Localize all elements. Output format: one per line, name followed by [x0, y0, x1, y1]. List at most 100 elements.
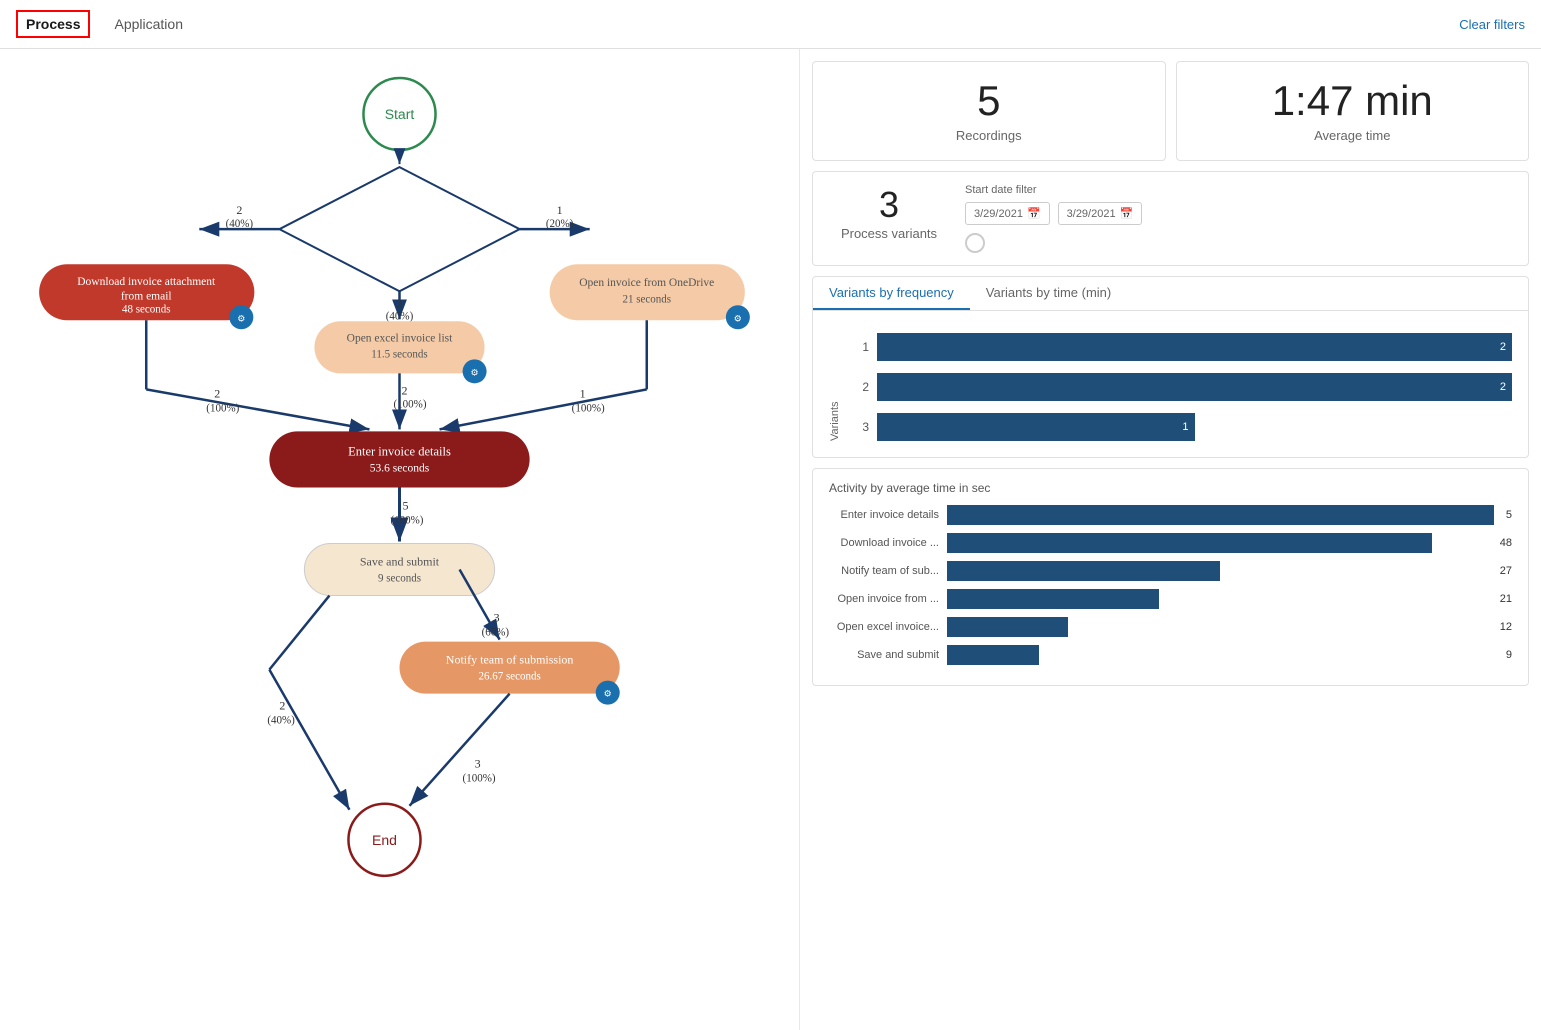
chart-tabs: Variants by frequency Variants by time (… — [813, 277, 1528, 311]
svg-text:(100%): (100%) — [393, 398, 426, 410]
variants-chart-inner: Variants 1 2 2 — [813, 311, 1528, 457]
svg-text:21 seconds: 21 seconds — [622, 293, 671, 305]
svg-text:2: 2 — [214, 386, 220, 400]
date-filter-radio[interactable] — [965, 233, 985, 253]
activity-bar-enter — [947, 505, 1494, 525]
svg-text:53.6 seconds: 53.6 seconds — [370, 462, 430, 474]
variants-value: 3 — [879, 184, 899, 226]
average-time-card: 1:47 min Average time — [1176, 61, 1530, 161]
svg-text:(40%): (40%) — [386, 310, 414, 322]
calendar-to-icon[interactable]: 📅 — [1120, 207, 1134, 220]
activity-chart-title: Activity by average time in sec — [829, 481, 1512, 495]
variants-label: Process variants — [841, 226, 937, 241]
recordings-label: Recordings — [956, 128, 1022, 143]
svg-text:Open invoice from OneDrive: Open invoice from OneDrive — [579, 277, 714, 289]
svg-text:from email: from email — [121, 290, 172, 302]
svg-text:Download invoice attachment: Download invoice attachment — [77, 276, 216, 288]
date-filter-label: Start date filter — [965, 184, 1512, 196]
date-inputs[interactable]: 3/29/2021 📅 3/29/2021 📅 — [965, 202, 1512, 225]
svg-text:Open excel invoice list: Open excel invoice list — [347, 332, 454, 344]
svg-text:1: 1 — [580, 386, 586, 400]
svg-text:(100%): (100%) — [463, 773, 496, 785]
onedrive-node[interactable] — [550, 264, 745, 320]
activity-row-download: Download invoice ... 48 — [829, 533, 1512, 553]
svg-text:Notify team of submission: Notify team of submission — [446, 653, 574, 667]
svg-text:9 seconds: 9 seconds — [378, 573, 421, 585]
svg-text:(100%): (100%) — [390, 514, 423, 526]
enter-node[interactable] — [269, 431, 529, 487]
svg-text:11.5 seconds: 11.5 seconds — [371, 348, 427, 360]
save-node[interactable] — [304, 544, 494, 596]
bar-row-2: 2 2 — [849, 373, 1512, 401]
bar-fill-3: 1 — [877, 413, 1195, 441]
date-to-input[interactable]: 3/29/2021 📅 — [1058, 202, 1143, 225]
svg-text:End: End — [372, 832, 397, 848]
date-filter-card: 3 Process variants Start date filter 3/2… — [812, 171, 1529, 266]
svg-text:(40%): (40%) — [226, 218, 254, 230]
main-layout: Start 2 (40%) 2 (40%) 1 (20%) Download i… — [0, 49, 1541, 1030]
activity-bar-download — [947, 533, 1432, 553]
activity-row-enter: Enter invoice details 5 — [829, 505, 1512, 525]
svg-text:(40%): (40%) — [267, 715, 295, 727]
tab-by-frequency[interactable]: Variants by frequency — [813, 277, 970, 310]
svg-text:(100%): (100%) — [206, 402, 239, 414]
svg-text:26.67 seconds: 26.67 seconds — [478, 671, 540, 683]
bar-fill-1: 2 — [877, 333, 1512, 361]
y-axis-label: Variants — [829, 323, 841, 441]
variants-chart-card: Variants by frequency Variants by time (… — [812, 276, 1529, 458]
activity-bar-onedrive — [947, 589, 1159, 609]
activity-bar-save — [947, 645, 1039, 665]
svg-text:Save and submit: Save and submit — [360, 555, 440, 569]
diamond-node — [279, 167, 519, 291]
svg-text:5: 5 — [403, 498, 409, 512]
date-section: Start date filter 3/29/2021 📅 3/29/2021 … — [965, 184, 1512, 253]
recordings-card: 5 Recordings — [812, 61, 1166, 161]
header: Process Application Clear filters — [0, 0, 1541, 49]
svg-text:(100%): (100%) — [572, 402, 605, 414]
date-to-value: 3/29/2021 — [1067, 208, 1116, 220]
bar-row-3: 3 1 — [849, 413, 1512, 441]
svg-text:Enter invoice details: Enter invoice details — [348, 444, 451, 458]
svg-text:⚙: ⚙ — [734, 313, 742, 323]
tab-process[interactable]: Process — [16, 10, 90, 38]
activity-row-notify: Notify team of sub... 27 — [829, 561, 1512, 581]
activity-row-save: Save and submit 9 — [829, 645, 1512, 665]
svg-text:(20%): (20%) — [546, 218, 574, 230]
average-time-value: 1:47 min — [1272, 80, 1433, 122]
svg-text:3: 3 — [494, 611, 500, 625]
svg-text:48 seconds: 48 seconds — [122, 303, 171, 315]
svg-text:2: 2 — [279, 699, 285, 713]
svg-text:1: 1 — [557, 203, 563, 217]
svg-text:Start: Start — [385, 106, 415, 122]
svg-text:2: 2 — [397, 296, 403, 310]
bar-row-1: 1 2 — [849, 333, 1512, 361]
svg-text:2: 2 — [236, 203, 242, 217]
activity-row-excel: Open excel invoice... 12 — [829, 617, 1512, 637]
svg-text:2: 2 — [402, 383, 408, 397]
date-from-value: 3/29/2021 — [974, 208, 1023, 220]
tab-by-time[interactable]: Variants by time (min) — [970, 277, 1127, 310]
recordings-value: 5 — [977, 80, 1000, 122]
average-time-label: Average time — [1314, 128, 1390, 143]
svg-text:⚙: ⚙ — [237, 313, 245, 323]
svg-text:3: 3 — [475, 757, 481, 771]
variants-bar-chart: 1 2 2 2 — [849, 333, 1512, 441]
date-from-input[interactable]: 3/29/2021 📅 — [965, 202, 1050, 225]
activity-row-onedrive: Open invoice from ... 21 — [829, 589, 1512, 609]
clear-filters-button[interactable]: Clear filters — [1459, 17, 1525, 32]
activity-bar-excel — [947, 617, 1068, 637]
tab-application[interactable]: Application — [110, 8, 187, 40]
activity-bar-notify — [947, 561, 1220, 581]
flow-panel: Start 2 (40%) 2 (40%) 1 (20%) Download i… — [0, 49, 800, 1030]
variants-info: 3 Process variants — [829, 184, 949, 241]
activity-card: Activity by average time in sec Enter in… — [812, 468, 1529, 686]
svg-text:⚙: ⚙ — [604, 689, 612, 699]
svg-text:⚙: ⚙ — [471, 367, 479, 377]
excel-node[interactable] — [314, 321, 484, 373]
stats-row: 5 Recordings 1:47 min Average time — [812, 61, 1529, 161]
svg-text:(60%): (60%) — [482, 627, 510, 639]
right-panel: 5 Recordings 1:47 min Average time 3 Pro… — [800, 49, 1541, 1030]
notify-node[interactable] — [400, 642, 620, 694]
calendar-from-icon[interactable]: 📅 — [1027, 207, 1041, 220]
bar-fill-2: 2 — [877, 373, 1512, 401]
